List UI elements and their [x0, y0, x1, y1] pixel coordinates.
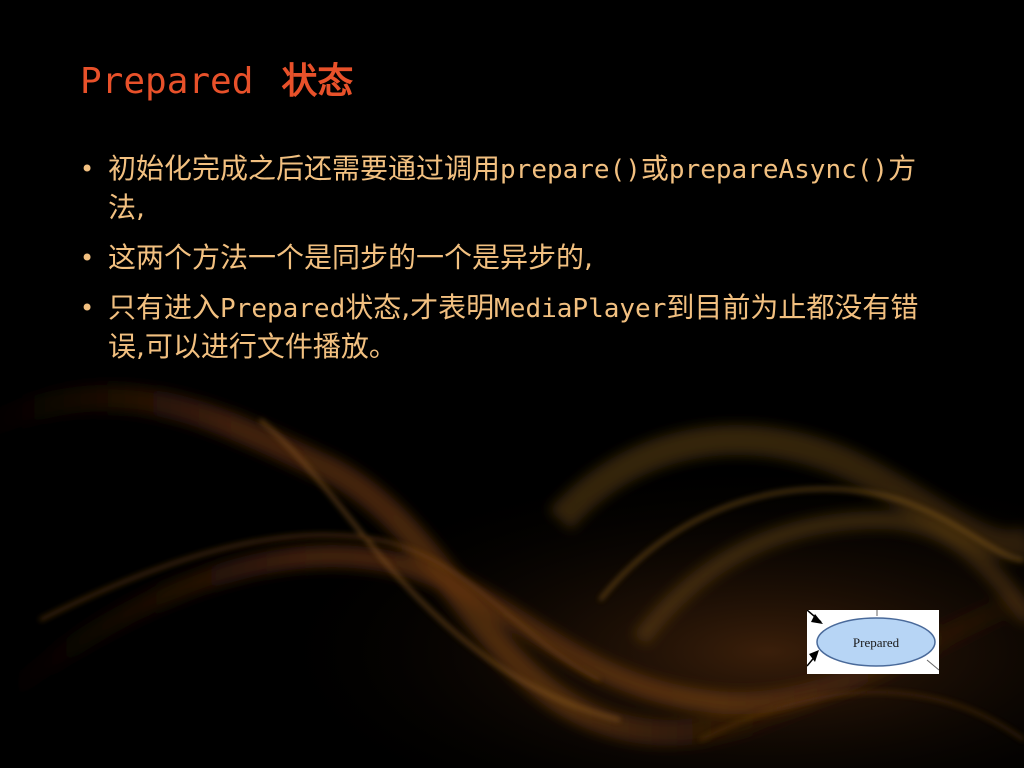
bullet-dot-icon: • [80, 155, 95, 183]
code-text: prepare() [500, 155, 641, 185]
slide: Prepared 状态 • 初始化完成之后还需要通过调用prepare()或prep… [0, 0, 1024, 768]
bullet-text: 这两个方法一个是同步的一个是异步的, [108, 241, 593, 274]
diagram-graphic: Prepared [807, 610, 939, 671]
bullet-item: • 初始化完成之后还需要通过调用prepare()或prepareAsync()方… [80, 150, 950, 227]
bullet-text: 只有进入 [108, 291, 221, 324]
title-english: Prepared [80, 61, 254, 102]
state-node-label: Prepared [853, 635, 900, 650]
diagram-edge [926, 659, 939, 671]
bullet-text: 状态,才表明 [345, 291, 495, 324]
bullet-text: 或 [640, 152, 669, 185]
code-text: Prepared [220, 294, 346, 324]
code-text: prepareAsync() [668, 155, 889, 185]
title-chinese: 状态 [281, 61, 354, 102]
slide-title: Prepared 状态 [80, 58, 353, 106]
bullet-dot-icon: • [80, 294, 95, 322]
bullet-list: • 初始化完成之后还需要通过调用prepare()或prepareAsync()方… [80, 150, 950, 378]
bullet-item: • 这两个方法一个是同步的一个是异步的, [80, 239, 950, 277]
arrowhead-icon [809, 650, 819, 662]
bullet-item: • 只有进入Prepared状态,才表明MediaPlayer到目前为止都没有错误… [80, 289, 950, 366]
bullet-dot-icon: • [80, 244, 95, 272]
bullet-text: 初始化完成之后还需要通过调用 [108, 152, 501, 185]
code-text: MediaPlayer [494, 294, 667, 324]
state-diagram-thumbnail: Prepared [807, 610, 939, 674]
